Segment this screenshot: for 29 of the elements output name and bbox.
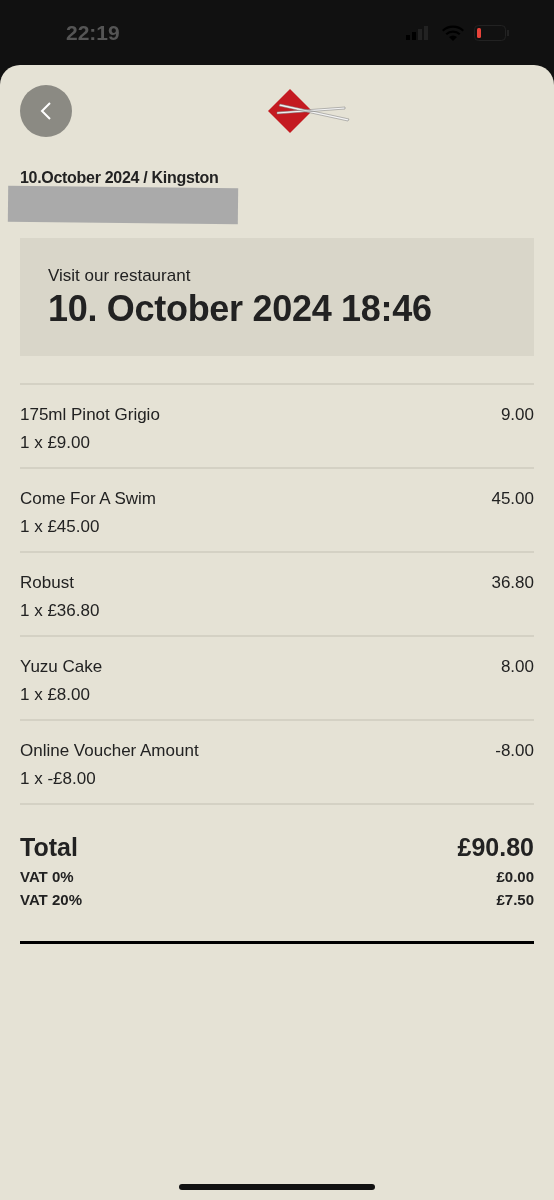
item-amount: 8.00: [500, 657, 534, 678]
status-time: 22:19: [66, 20, 120, 45]
item-quantity: 1 x £36.80: [20, 601, 100, 621]
vat-label: VAT 20%: [20, 891, 82, 908]
visit-label: Visit our restaurant: [48, 266, 192, 286]
item-name: Robust: [20, 573, 75, 593]
item-amount: 36.80: [491, 573, 534, 594]
vat-label: VAT 0%: [20, 868, 74, 885]
total-amount: £90.80: [457, 833, 534, 862]
item-name: Come For A Swim: [20, 489, 157, 509]
total-label: Total: [20, 833, 78, 862]
item-quantity: 1 x £9.00: [20, 433, 91, 453]
visit-datetime: 10. October 2024 18:46: [48, 288, 433, 330]
battery-icon: [474, 24, 510, 41]
chevron-left-icon: [40, 101, 52, 121]
logo-icon: [267, 87, 351, 135]
vat-amount: £0.00: [496, 868, 534, 885]
item-amount: 9.00: [500, 405, 534, 426]
item-quantity: 1 x £8.00: [20, 685, 91, 705]
item-amount: -8.00: [495, 741, 534, 762]
item-amount: 45.00: [491, 489, 534, 510]
back-button[interactable]: [20, 85, 72, 137]
order-date-location: 10.October 2024 / Kingston: [20, 169, 220, 187]
item-quantity: 1 x -£8.00: [20, 769, 97, 789]
item-quantity: 1 x £45.00: [20, 517, 101, 537]
item-name: 175ml Pinot Grigio: [20, 405, 160, 425]
item-name: Yuzu Cake: [20, 657, 103, 677]
item-name: Online Voucher Amount: [20, 741, 199, 761]
vat-amount: £7.50: [496, 891, 534, 908]
